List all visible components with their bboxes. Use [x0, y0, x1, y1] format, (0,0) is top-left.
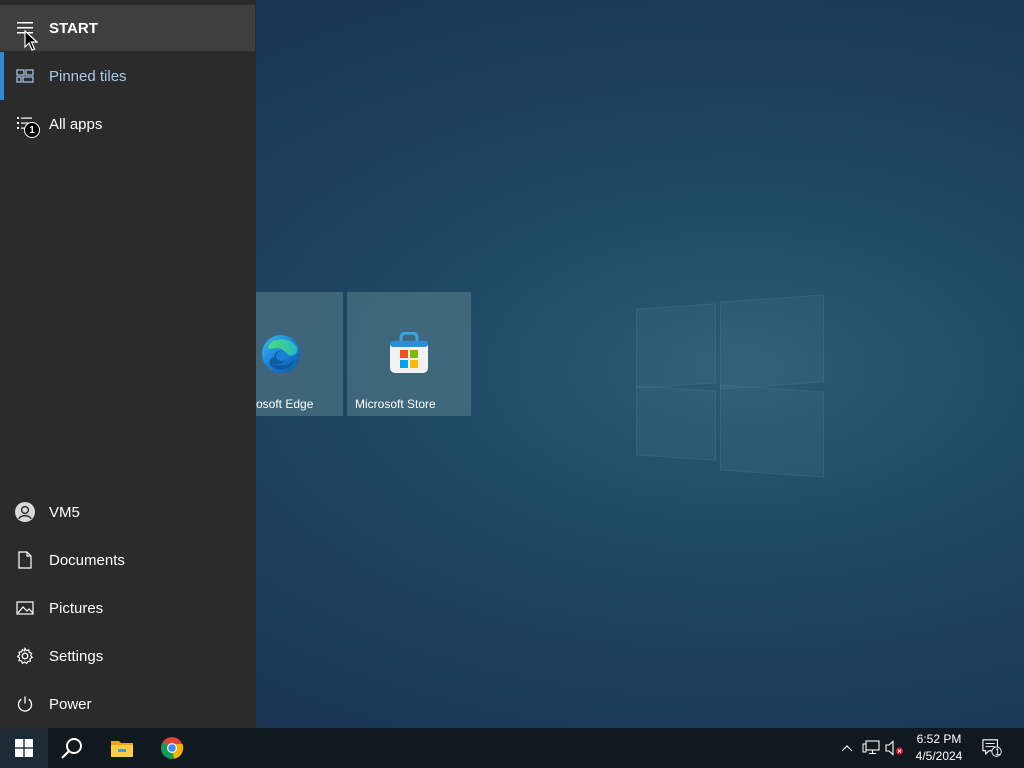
nav-power-label: Power — [49, 695, 92, 713]
taskbar-file-explorer[interactable] — [98, 728, 146, 768]
edge-icon — [262, 335, 300, 373]
file-explorer-icon — [111, 741, 133, 757]
nav-power[interactable]: Power — [0, 680, 256, 728]
windows-logo-icon — [15, 739, 33, 757]
document-icon — [14, 549, 36, 571]
nav-pinned-tiles-label: Pinned tiles — [49, 67, 127, 85]
taskbar: 6:52 PM 4/5/2024 1 — [0, 728, 1024, 768]
taskbar-chrome[interactable] — [148, 728, 196, 768]
user-avatar-icon — [14, 501, 36, 523]
power-icon — [14, 693, 36, 715]
nav-pictures-label: Pictures — [49, 599, 104, 617]
start-button[interactable] — [0, 728, 48, 768]
tiles-icon — [14, 65, 36, 87]
notification-count: 1 — [995, 747, 1001, 757]
taskbar-clock[interactable]: 6:52 PM 4/5/2024 — [900, 731, 978, 765]
hamburger-menu-icon[interactable] — [14, 17, 36, 39]
nav-all-apps-label: All apps — [49, 115, 103, 133]
action-center-button[interactable]: 1 — [982, 738, 1002, 758]
nav-documents-label: Documents — [49, 551, 125, 569]
nav-all-apps[interactable]: All apps — [0, 100, 256, 148]
start-title: START — [49, 19, 98, 37]
tile-microsoft-store[interactable]: Microsoft Store — [347, 292, 471, 416]
nav-user[interactable]: VM5 — [0, 488, 256, 536]
nav-user-label: VM5 — [49, 503, 80, 521]
chrome-icon — [161, 737, 184, 759]
search-icon — [61, 738, 82, 759]
store-icon — [390, 332, 428, 373]
nav-pinned-tiles[interactable]: Pinned tiles — [0, 52, 256, 100]
tile-label: Microsoft Store — [355, 397, 436, 411]
taskbar-search-button[interactable] — [48, 728, 96, 768]
nav-documents[interactable]: Documents — [0, 536, 256, 584]
clock-date: 4/5/2024 — [915, 749, 963, 763]
windows-logo-wallpaper — [636, 290, 824, 478]
tile-microsoft-edge[interactable]: osoft Edge — [256, 292, 343, 416]
clock-time: 6:52 PM — [916, 732, 962, 746]
gear-icon — [14, 645, 36, 667]
nav-settings-label: Settings — [49, 647, 104, 665]
start-header[interactable]: START — [0, 5, 255, 51]
picture-icon — [14, 597, 36, 619]
tile-label: osoft Edge — [256, 397, 314, 411]
nav-settings[interactable]: Settings — [0, 632, 256, 680]
network-icon[interactable] — [861, 738, 881, 758]
all-apps-badge: 1 — [24, 122, 40, 138]
start-menu-panel: START Pinned tiles All apps 1 VM5 Docume… — [0, 0, 256, 728]
nav-pictures[interactable]: Pictures — [0, 584, 256, 632]
chevron-up-icon[interactable] — [837, 738, 857, 758]
